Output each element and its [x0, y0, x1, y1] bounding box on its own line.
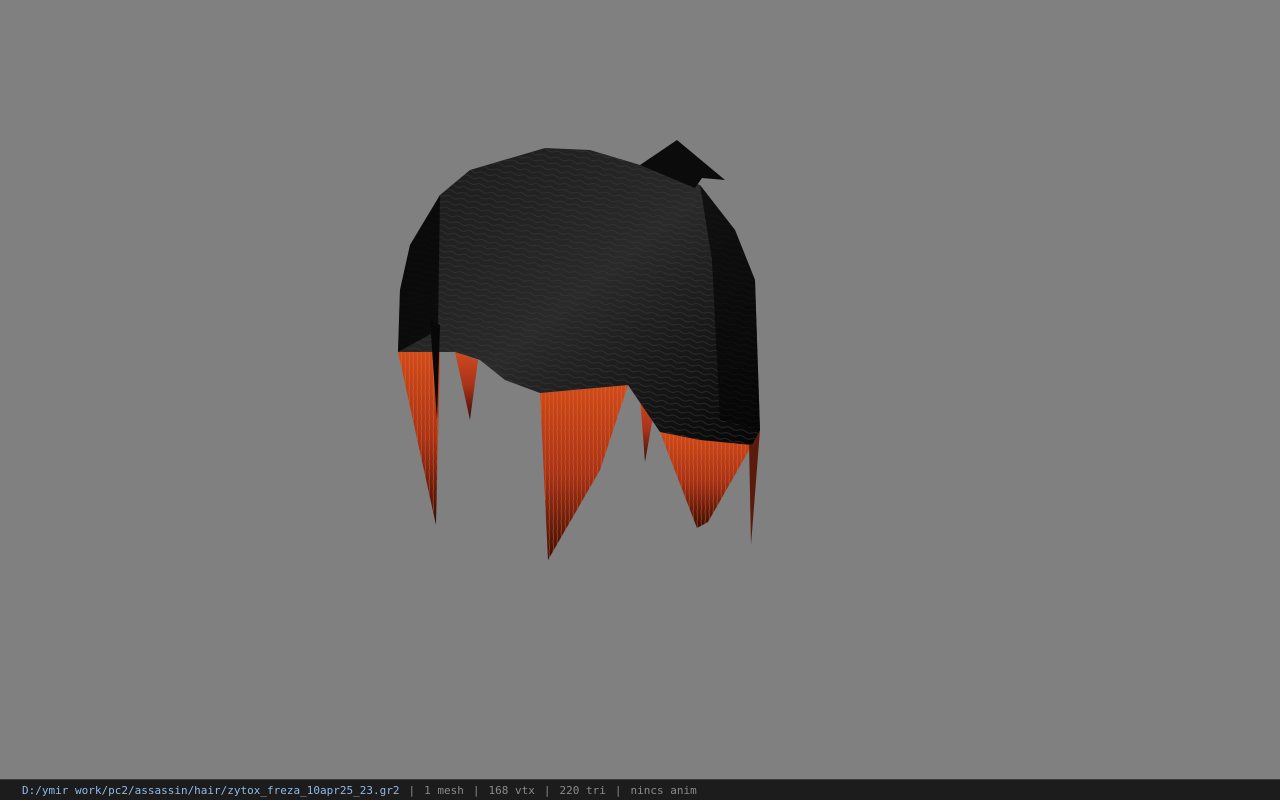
triangle-count: 220 tri	[559, 783, 606, 797]
vertex-count: 168 vtx	[488, 783, 535, 797]
3d-viewport[interactable]	[0, 0, 1280, 779]
separator: |	[472, 783, 480, 797]
hair-model[interactable]	[0, 0, 1280, 779]
separator: |	[543, 783, 551, 797]
animation-status: nincs anim	[630, 783, 697, 797]
separator: |	[408, 783, 416, 797]
separator: |	[614, 783, 622, 797]
status-bar: D:/ymir work/pc2/assassin/hair/zytox_fre…	[0, 779, 1280, 800]
file-path: D:/ymir work/pc2/assassin/hair/zytox_fre…	[22, 783, 400, 797]
mesh-count: 1 mesh	[424, 783, 464, 797]
